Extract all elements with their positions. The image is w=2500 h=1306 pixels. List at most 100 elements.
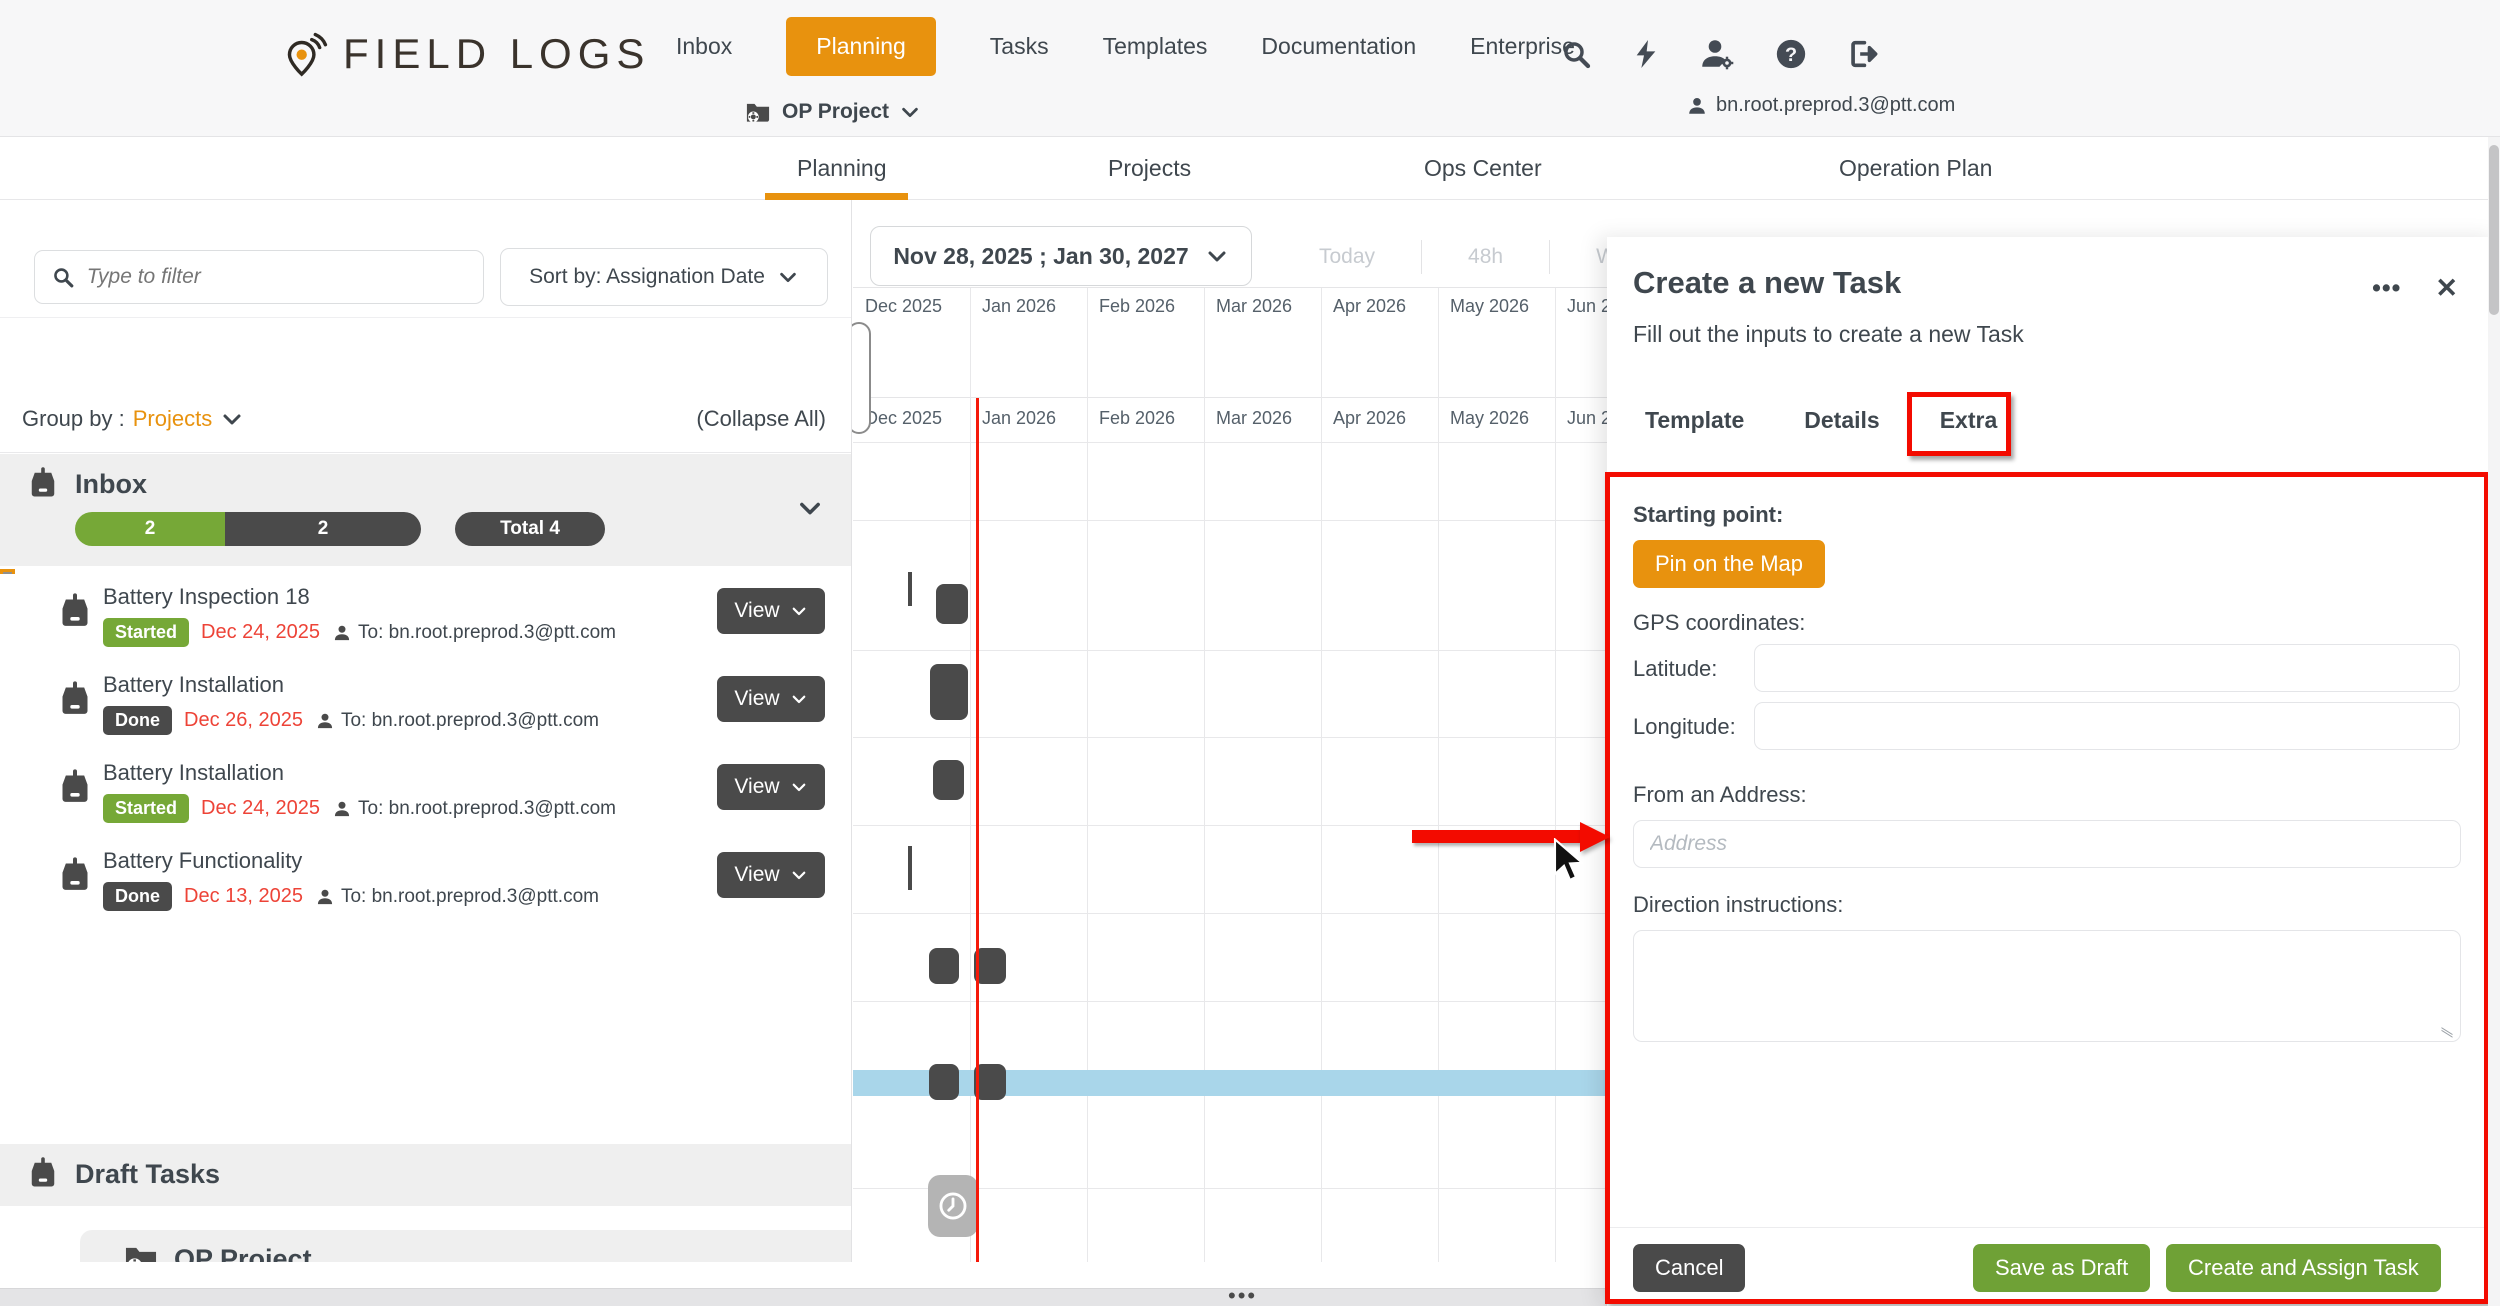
nav-documentation[interactable]: Documentation (1261, 33, 1416, 60)
status-badge: Done (103, 706, 172, 735)
view-button[interactable]: View (717, 852, 825, 898)
pending-task-chip[interactable] (928, 1175, 978, 1237)
filter-input[interactable] (87, 265, 467, 289)
annotation-extra-tab-box (1907, 392, 2011, 456)
gantt-month: Mar 2026 (1216, 408, 1292, 429)
user-settings-icon[interactable] (1700, 36, 1736, 72)
task-row[interactable]: Battery Installation Done Dec 26, 2025 T… (0, 662, 852, 750)
task-date: Dec 24, 2025 (201, 797, 320, 820)
app-logo: FIELD LOGS (283, 30, 650, 78)
gantt-marker[interactable] (929, 1064, 959, 1100)
panel-subtitle: Fill out the inputs to create a new Task (1633, 321, 2024, 348)
panel-tab-template[interactable]: Template (1645, 407, 1744, 434)
gantt-month: Jan 2026 (982, 408, 1056, 429)
groupby-dropdown[interactable]: Group by : Projects (22, 406, 244, 432)
inbox-group-header[interactable]: Inbox 2 2 Total 4 (0, 454, 852, 566)
close-icon[interactable]: ✕ (2435, 273, 2458, 304)
gantt-month: Apr 2026 (1333, 408, 1406, 429)
inbox-count-pills: 2 2 Total 4 (75, 512, 605, 546)
tab-operation-plan[interactable]: Operation Plan (1839, 155, 1992, 182)
gantt-marker[interactable] (933, 760, 964, 800)
scrollbar-thumb[interactable] (2489, 145, 2499, 315)
inbox-group-title: Inbox (75, 469, 147, 500)
nav-inbox[interactable]: Inbox (676, 33, 732, 60)
groupby-value: Projects (133, 406, 212, 432)
logout-icon[interactable] (1846, 37, 1880, 71)
user-account[interactable]: bn.root.preprod.3@ptt.com (1686, 94, 1955, 117)
sub-nav: Planning Projects Ops Center Operation P… (0, 137, 2500, 200)
task-row[interactable]: Battery Inspection 18 Started Dec 24, 20… (0, 574, 852, 662)
draft-tasks-header[interactable]: Draft Tasks (0, 1144, 852, 1206)
draft-tasks-title: Draft Tasks (75, 1159, 220, 1190)
groupby-prefix: Group by : (22, 406, 125, 432)
gantt-month: May 2026 (1450, 408, 1529, 429)
minimap-month: Apr 2026 (1333, 296, 1406, 317)
task-assignee: To: bn.root.preprod.3@ptt.com (315, 886, 599, 908)
bottom-bar-dots[interactable]: ••• (1228, 1283, 1257, 1306)
scrollbar-track[interactable] (2488, 137, 2500, 1306)
minimap-month: Dec 2025 (865, 296, 942, 317)
inbox-icon (55, 768, 95, 808)
user-icon (332, 799, 352, 819)
gantt-tick[interactable] (908, 572, 912, 606)
footer-spacer (0, 1262, 1608, 1288)
view-button[interactable]: View (717, 676, 825, 722)
date-range-dropdown[interactable]: Nov 28, 2025 ; Jan 30, 2027 (870, 226, 1252, 286)
folder-gear-icon (744, 98, 772, 126)
nav-tasks[interactable]: Tasks (990, 33, 1049, 60)
zoom-today[interactable]: Today (1273, 245, 1421, 269)
project-selector[interactable]: OP Project (744, 98, 921, 126)
fieldlogs-pin-icon (283, 31, 329, 77)
inbox-icon (55, 856, 95, 896)
count-done-badge: 2 (225, 512, 421, 546)
help-icon[interactable] (1774, 37, 1808, 71)
panel-title: Create a new Task (1633, 265, 1901, 301)
tab-ops-center[interactable]: Ops Center (1424, 155, 1542, 182)
date-range-label: Nov 28, 2025 ; Jan 30, 2027 (893, 243, 1188, 270)
chevron-down-icon[interactable] (796, 494, 824, 522)
status-badge: Done (103, 882, 172, 911)
task-row[interactable]: Battery Functionality Done Dec 13, 2025 … (0, 838, 852, 926)
chevron-down-icon (777, 266, 799, 288)
nav-templates[interactable]: Templates (1103, 33, 1208, 60)
task-title: Battery Installation (103, 760, 284, 786)
view-button[interactable]: View (717, 764, 825, 810)
tab-projects[interactable]: Projects (1108, 155, 1191, 182)
user-icon (315, 887, 335, 907)
header-icons (1560, 36, 1880, 72)
chevron-down-icon (790, 690, 808, 708)
minimap-month: May 2026 (1450, 296, 1529, 317)
gantt-marker[interactable] (929, 948, 959, 984)
panel-menu-icon[interactable]: ••• (2372, 274, 2401, 303)
gantt-marker[interactable] (930, 664, 968, 720)
task-row[interactable]: Battery Installation Started Dec 24, 202… (0, 750, 852, 838)
project-selector-label: OP Project (782, 100, 889, 124)
gantt-marker[interactable] (936, 584, 968, 624)
inbox-icon (25, 466, 61, 502)
gantt-tick[interactable] (908, 846, 912, 890)
count-started-badge: 2 (75, 512, 225, 546)
minimap-month: Jan 2026 (982, 296, 1056, 317)
sort-dropdown[interactable]: Sort by: Assignation Date (500, 248, 828, 306)
task-list-panel: Sort by: Assignation Date Group by : Pro… (0, 200, 852, 1306)
collapse-all-link[interactable]: (Collapse All) (696, 406, 826, 432)
search-icon (51, 264, 75, 290)
tab-planning[interactable]: Planning (797, 155, 887, 182)
panel-tab-details[interactable]: Details (1804, 407, 1879, 434)
filter-search[interactable] (34, 250, 484, 304)
view-button[interactable]: View (717, 588, 825, 634)
zoom-48h[interactable]: 48h (1422, 245, 1549, 269)
inbox-icon (25, 1156, 61, 1192)
task-title: Battery Installation (103, 672, 284, 698)
lightning-icon[interactable] (1630, 38, 1662, 70)
annotation-form-box (1605, 472, 2489, 1304)
active-tab-underline (765, 193, 908, 200)
nav-planning[interactable]: Planning (786, 17, 936, 76)
sort-label: Sort by: Assignation Date (529, 265, 765, 289)
search-icon[interactable] (1560, 38, 1592, 70)
gantt-month: Dec 2025 (865, 408, 942, 429)
filter-row: Sort by: Assignation Date (0, 200, 852, 318)
user-icon (315, 711, 335, 731)
user-icon (332, 623, 352, 643)
task-date: Dec 26, 2025 (184, 709, 303, 732)
